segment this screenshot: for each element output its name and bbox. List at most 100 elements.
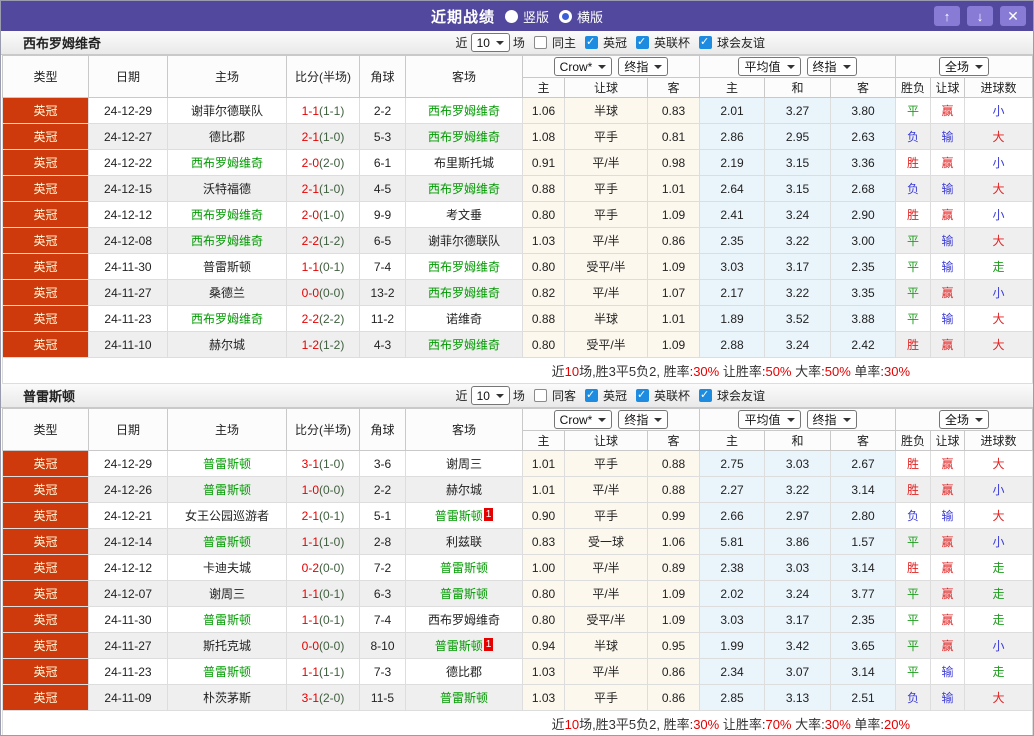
period-select[interactable]: 全场 (939, 410, 990, 429)
opponent-team-name: 西布罗姆维奇 (427, 613, 500, 627)
fulltime-score: 2-1 (301, 508, 319, 523)
crown-handicap-line: 受平/半 (564, 606, 648, 633)
match-row: 英冠 24-12-12 西布罗姆维奇 2-0(1-0) 9-9 考文垂 0.80 平手 1.09… (2, 201, 1033, 228)
col-handicap-away: 客 (647, 430, 700, 451)
odds-source-select[interactable]: Crow* (553, 410, 613, 429)
crown-handicap-line: 半球 (564, 632, 648, 659)
crown-away-odds: 0.88 (647, 450, 700, 477)
avg-home-odds: 2.88 (699, 331, 765, 358)
avg-away-odds: 2.67 (829, 450, 897, 477)
league-checkbox-efl-cup[interactable] (635, 35, 649, 49)
league-badge: 英冠 (2, 632, 89, 659)
horizontal-layout-radio[interactable] (559, 9, 572, 23)
league-checkbox-friendly[interactable] (698, 388, 712, 402)
score-cell: 3-1(1-0) (286, 450, 360, 477)
period-select[interactable]: 全场 (939, 57, 990, 76)
league-badge: 英冠 (2, 684, 89, 711)
opponent-team-name: 谢周三 (445, 457, 482, 471)
focus-team-name: 普雷斯顿 (439, 561, 488, 575)
corners-cell: 13-2 (359, 279, 406, 306)
avg-time-select[interactable]: 终指 (806, 57, 857, 76)
horizontal-layout-label[interactable]: 横版 (577, 7, 603, 26)
fulltime-score: 3-1 (301, 690, 319, 705)
result-handicap: 赢 (930, 632, 966, 659)
score-cell: 2-0(1-0) (286, 201, 360, 228)
avg-draw-odds: 3.27 (764, 97, 831, 124)
opponent-team-name: 谢周三 (208, 587, 245, 601)
crown-home-odds: 0.80 (522, 606, 565, 633)
fulltime-score: 0-0 (301, 638, 319, 653)
odds-source-select[interactable]: Crow* (553, 57, 613, 76)
scroll-up-button[interactable]: ↑ (934, 6, 960, 26)
summary-stat-label: 单率: (850, 364, 884, 379)
corners-cell: 2-8 (359, 528, 406, 555)
focus-team-name: 普雷斯顿 (439, 587, 488, 601)
match-date: 24-12-12 (88, 554, 168, 581)
match-row: 英冠 24-11-30 普雷斯顿 1-1(0-1) 7-4 西布罗姆维奇 0.80 受平/半 1… (2, 253, 1033, 280)
summary-stat-label: 单率: (850, 717, 884, 732)
avg-draw-odds: 3.15 (764, 175, 831, 202)
summary-stat-value: 30% (824, 717, 851, 732)
crown-handicap-line: 受平/半 (564, 331, 648, 358)
avg-draw-odds: 3.17 (764, 606, 831, 633)
match-count-select[interactable]: 10 (470, 33, 510, 52)
fulltime-score: 3-1 (301, 456, 319, 471)
match-date: 24-11-10 (88, 331, 168, 358)
same-venue-checkbox[interactable] (533, 389, 547, 402)
filter-controls-1: 近 10 场 同主 英冠 英联杯 球会友谊 (456, 31, 765, 54)
league-checkbox-friendly[interactable] (698, 35, 712, 49)
league-checkbox-efl-cup[interactable] (635, 388, 649, 402)
avg-away-odds: 2.63 (829, 123, 897, 150)
same-venue-checkbox[interactable] (533, 36, 547, 49)
vertical-layout-label[interactable]: 竖版 (523, 7, 549, 26)
corners-cell: 5-3 (359, 123, 406, 150)
away-team-cell: 诺维奇 (405, 305, 523, 332)
league-checkbox-championship[interactable] (584, 35, 598, 49)
summary-stat-value: 30% (884, 364, 911, 379)
result-goals: 大 (964, 227, 1033, 254)
match-count-select[interactable]: 10 (470, 386, 510, 405)
col-outcome: 胜负 (895, 77, 932, 98)
avg-source-select[interactable]: 平均值 (738, 57, 801, 76)
avg-source-select[interactable]: 平均值 (738, 410, 801, 429)
crown-home-odds: 0.82 (522, 279, 565, 306)
match-row: 英冠 24-12-29 普雷斯顿 3-1(1-0) 3-6 谢周三 1.01 平手 0.88 2.… (2, 450, 1033, 477)
halftime-score: (0-0) (319, 482, 345, 497)
home-team-cell: 普雷斯顿 (167, 476, 287, 503)
avg-home-odds: 2.34 (699, 658, 765, 685)
result-handicap: 输 (930, 123, 966, 150)
corners-cell: 4-3 (359, 331, 406, 358)
odds-time-select[interactable]: 终指 (618, 410, 669, 429)
corners-cell: 5-1 (359, 502, 406, 529)
scroll-down-button[interactable]: ↓ (967, 6, 993, 26)
vertical-layout-radio[interactable] (504, 9, 518, 23)
close-button[interactable]: ✕ (1000, 6, 1026, 26)
result-goals: 小 (964, 476, 1033, 503)
league-badge: 英冠 (2, 123, 89, 150)
focus-team-name: 普雷斯顿 (434, 639, 483, 653)
crown-home-odds: 1.03 (522, 227, 565, 254)
fulltime-score: 1-1 (301, 664, 319, 679)
halftime-score: (0-1) (319, 259, 345, 274)
score-cell: 2-0(2-0) (286, 149, 360, 176)
result-handicap: 赢 (930, 580, 966, 607)
away-team-cell: 西布罗姆维奇 (405, 331, 523, 358)
summary-row: 近10场,胜3平5负2, 胜率:30% 让胜率:50% 大率:50% 单率:30… (1, 357, 1033, 384)
league-checkbox-championship[interactable] (584, 388, 598, 402)
score-cell: 0-0(0-0) (286, 279, 360, 306)
result-outcome: 胜 (895, 554, 932, 581)
opponent-team-name: 考文垂 (445, 208, 482, 222)
avg-time-select[interactable]: 终指 (806, 410, 857, 429)
corners-cell: 8-10 (359, 632, 406, 659)
team-name-1: 西布罗姆维奇 (23, 36, 102, 51)
match-row: 英冠 24-12-21 女王公园巡游者 2-1(0-1) 5-1 普雷斯顿 1 0.90 平手 0… (2, 502, 1033, 529)
match-row: 英冠 24-12-07 谢周三 1-1(0-1) 6-3 普雷斯顿 0.80 平/半 1.09 2… (2, 580, 1033, 607)
opponent-team-name: 普雷斯顿 (202, 260, 251, 274)
odds-time-select[interactable]: 终指 (618, 57, 669, 76)
crown-home-odds: 1.03 (522, 658, 565, 685)
opponent-team-name: 朴茨茅斯 (202, 691, 251, 705)
corners-cell: 2-2 (359, 476, 406, 503)
result-outcome: 平 (895, 580, 932, 607)
match-row: 英冠 24-11-23 西布罗姆维奇 2-2(2-2) 11-2 诺维奇 0.88 半球 1.0… (2, 305, 1033, 332)
crown-home-odds: 0.88 (522, 175, 565, 202)
